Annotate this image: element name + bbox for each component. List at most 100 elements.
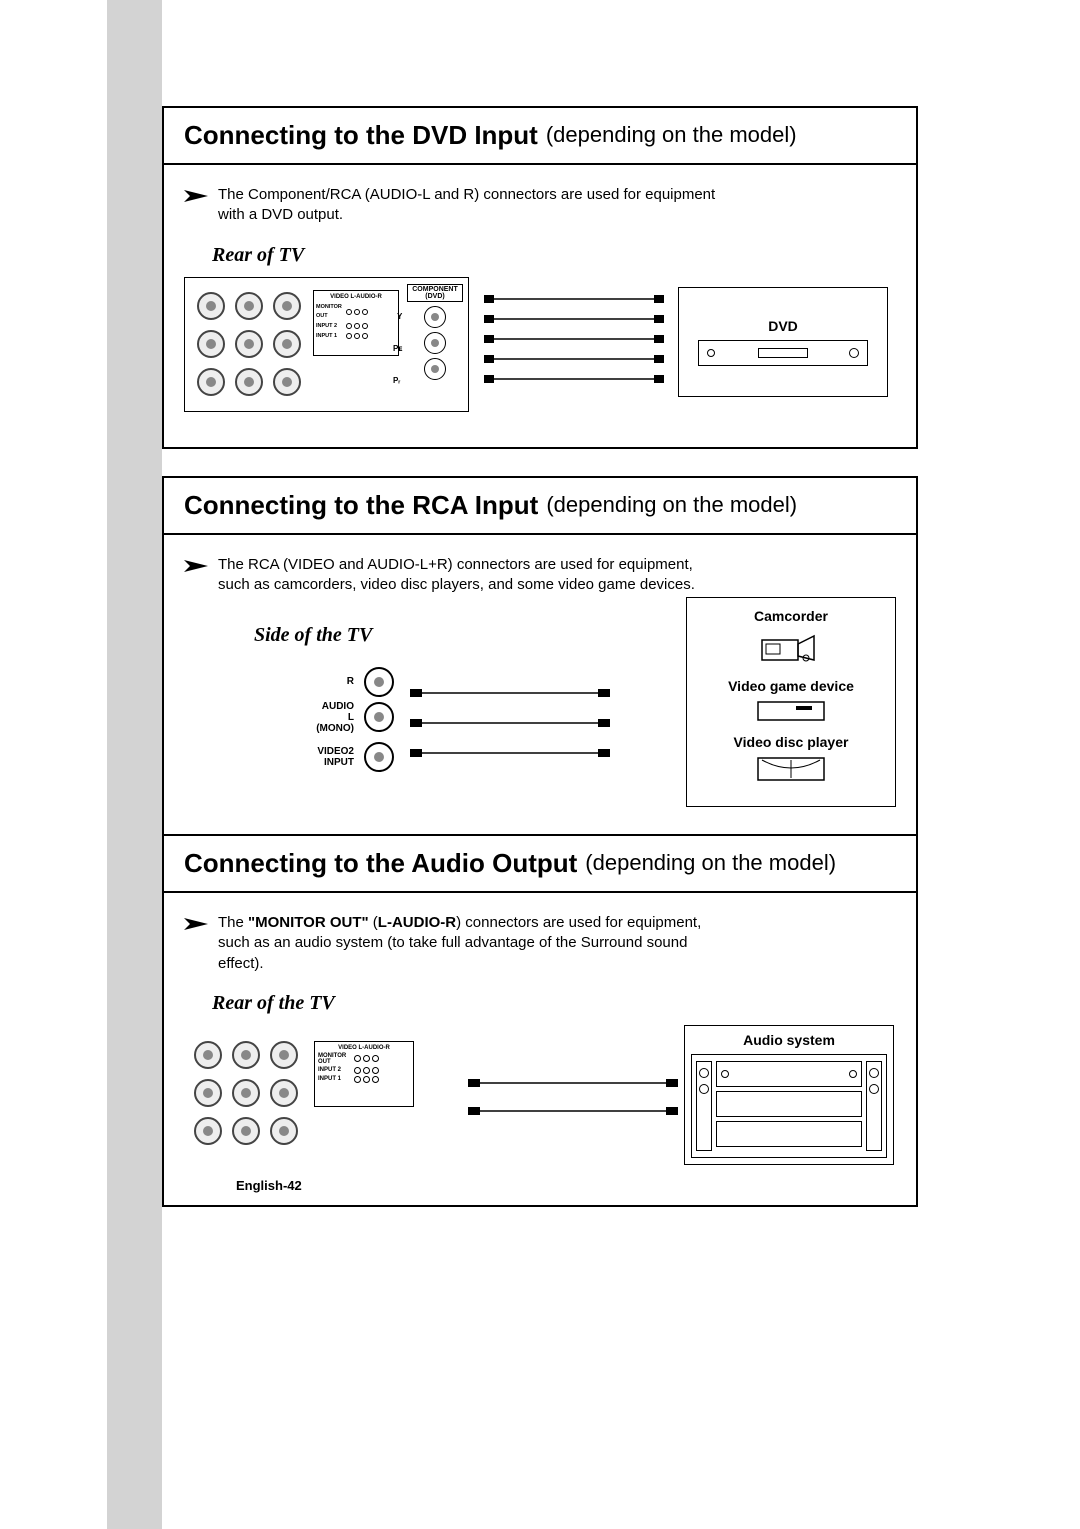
rca-jack-icon (194, 1117, 222, 1145)
rca-jack-icon (273, 330, 301, 358)
section-title: Connecting to the RCA Input (depending o… (164, 478, 916, 535)
arrowhead-icon (184, 916, 208, 928)
panel-row-label: MONITOR OUT (316, 303, 344, 321)
component-label-y: Y (397, 312, 402, 321)
dvd-player-icon (698, 340, 868, 366)
note-bold2: L-AUDIO-R (378, 914, 456, 931)
rca-jack-icon (364, 667, 394, 697)
input-label: INPUT (324, 757, 354, 768)
l-label: L (348, 712, 354, 723)
panel-header: VIDEO L-AUDIO-R (316, 293, 396, 302)
component-title-line2: (DVD) (425, 293, 444, 300)
title-bold: Connecting to the Audio Output (184, 848, 577, 879)
devices-column: Camcorder Video game device Video disc p… (686, 597, 896, 807)
rca-jack-icon (270, 1117, 298, 1145)
note-bold1: "MONITOR OUT" (248, 914, 369, 931)
component-port-y (424, 306, 446, 328)
port-label-audio: AUDIO L (MONO) (316, 701, 354, 734)
section-dvd-input: Connecting to the DVD Input (depending o… (162, 106, 918, 449)
diagram-caption: Rear of the TV (212, 992, 896, 1015)
cable-bundle-icon (484, 287, 664, 407)
camcorder-icon (756, 630, 826, 666)
rca-jack-icon (232, 1117, 260, 1145)
title-light: (depending on the model) (546, 122, 797, 148)
component-column: COMPONENT (DVD) Y Pᴇ Pᵣ (407, 284, 463, 384)
rca-jack-icon (273, 368, 301, 396)
title-bold: Connecting to the DVD Input (184, 120, 538, 151)
disc-player-label: Video disc player (695, 734, 887, 750)
component-title-line1: COMPONENT (412, 286, 458, 293)
panel-row-label: INPUT 1 (316, 332, 344, 341)
note-row: The RCA (VIDEO and AUDIO-L+R) connectors… (184, 555, 896, 596)
game-device-label: Video game device (695, 678, 887, 694)
port-label-video2: VIDEO2 INPUT (317, 746, 354, 768)
note-row: The Component/RCA (AUDIO-L and R) connec… (184, 185, 896, 226)
rca-jack-icon (270, 1079, 298, 1107)
audio-label: AUDIO (322, 701, 354, 712)
manual-page: Connecting to the DVD Input (depending o… (0, 0, 1080, 1529)
title-light: (depending on the model) (585, 850, 836, 876)
rca-jack-icon (273, 292, 301, 320)
rca-jack-icon (364, 742, 394, 772)
rca-jack-icon (194, 1079, 222, 1107)
audio-system-label: Audio system (691, 1032, 887, 1048)
port-label-r: R (347, 676, 354, 687)
tv-rear-panel: VIDEO L-AUDIO-R MONITOR OUT INPUT 2 INPU… (184, 277, 469, 412)
game-device-icon (756, 700, 826, 722)
rca-jack-icon (232, 1079, 260, 1107)
cable-bundle-icon (468, 1067, 678, 1127)
page-number: English-42 (236, 1178, 302, 1193)
component-port-pb (424, 332, 446, 354)
panel-row-label: INPUT 1 (318, 1076, 352, 1082)
component-title: COMPONENT (DVD) (407, 284, 463, 302)
side-tv-ports: R AUDIO L (MONO) VIDEO2 (264, 667, 394, 780)
left-gutter (107, 0, 162, 1529)
note-pre: The (218, 914, 248, 931)
note-text: The RCA (VIDEO and AUDIO-L+R) connectors… (218, 555, 728, 596)
title-light: (depending on the model) (546, 492, 797, 518)
panel-header: VIDEO L-AUDIO-R (318, 1045, 410, 1051)
section-title: Connecting to the Audio Output (dependin… (164, 836, 916, 893)
mono-label: (MONO) (316, 723, 354, 734)
diagram-caption: Rear of TV (212, 244, 896, 267)
note-text: The "MONITOR OUT" (L-AUDIO-R) connectors… (218, 913, 728, 974)
tv-rear-panel: VIDEO L-AUDIO-R MONITOR OUT INPUT 2 INPU… (194, 1031, 454, 1161)
camcorder-label: Camcorder (695, 608, 887, 624)
section-body: The Component/RCA (AUDIO-L and R) connec… (164, 165, 916, 447)
panel-row-label: MONITOR OUT (318, 1053, 352, 1065)
arrowhead-icon (184, 188, 208, 200)
component-port-pr (424, 358, 446, 380)
note-mid: ( (369, 914, 378, 931)
rca-jack-icon (197, 368, 225, 396)
dvd-device-box: DVD (678, 287, 888, 397)
dvd-diagram: VIDEO L-AUDIO-R MONITOR OUT INPUT 2 INPU… (184, 277, 896, 427)
dvd-label: DVD (768, 318, 798, 334)
component-label-pr: Pᵣ (393, 376, 400, 385)
rca-jack-icon (197, 330, 225, 358)
rca-jack-icon (235, 368, 263, 396)
rca-jack-icon (197, 292, 225, 320)
section-body: The "MONITOR OUT" (L-AUDIO-R) connectors… (164, 893, 916, 1205)
panel-label-box: VIDEO L-AUDIO-R MONITOR OUT INPUT 2 INPU… (313, 290, 399, 356)
rca-jack-icon (194, 1041, 222, 1069)
note-text: The Component/RCA (AUDIO-L and R) connec… (218, 185, 728, 226)
rca-jack-icon (364, 702, 394, 732)
audio-system-box: Audio system (684, 1025, 894, 1165)
rca-jack-icon (235, 292, 263, 320)
rca-jack-icon (235, 330, 263, 358)
title-bold: Connecting to the RCA Input (184, 490, 538, 521)
component-label-pb: Pᴇ (393, 344, 402, 353)
stereo-icon (691, 1054, 887, 1158)
panel-row-label: INPUT 2 (316, 322, 344, 331)
disc-player-icon (756, 756, 826, 782)
rca-jack-icon (232, 1041, 260, 1069)
video2-label: VIDEO2 (317, 746, 354, 757)
panel-label-box: VIDEO L-AUDIO-R MONITOR OUT INPUT 2 INPU… (314, 1041, 414, 1107)
rca-jack-icon (270, 1041, 298, 1069)
section-audio-output: Connecting to the Audio Output (dependin… (162, 834, 918, 1207)
arrowhead-icon (184, 558, 208, 570)
cable-bundle-icon (410, 677, 610, 777)
audio-diagram: VIDEO L-AUDIO-R MONITOR OUT INPUT 2 INPU… (184, 1025, 896, 1185)
panel-row-label: INPUT 2 (318, 1067, 352, 1073)
section-title: Connecting to the DVD Input (depending o… (164, 108, 916, 165)
